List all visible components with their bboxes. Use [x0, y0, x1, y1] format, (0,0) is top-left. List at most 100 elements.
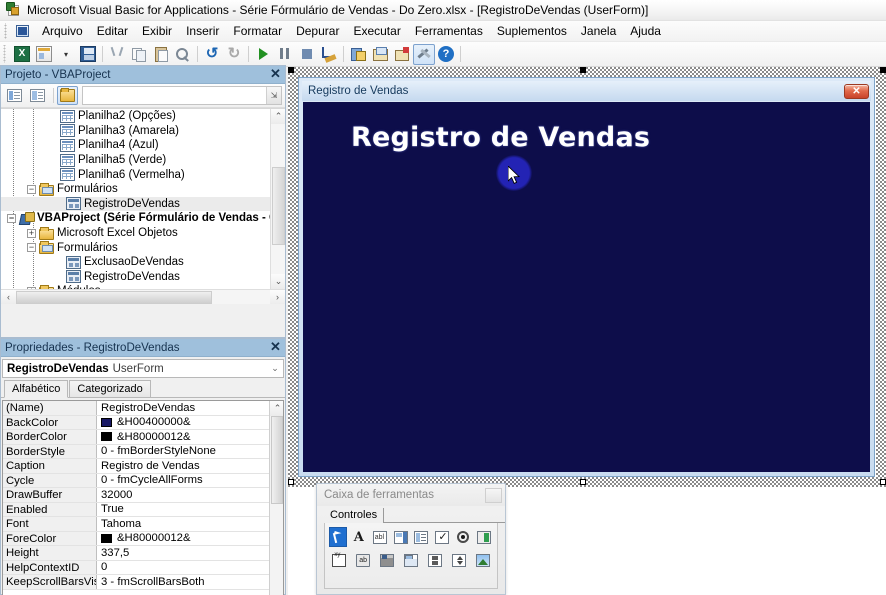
view-excel-button[interactable]: X	[11, 44, 33, 65]
project-tree-hscrollbar[interactable]: ‹ ›	[1, 289, 285, 304]
menu-drag-grip[interactable]	[3, 23, 12, 39]
listbox-tool[interactable]	[413, 527, 431, 547]
resize-handle-nw[interactable]	[288, 67, 294, 73]
scroll-left-arrow-icon[interactable]: ‹	[1, 289, 16, 304]
toolbox-button[interactable]	[413, 43, 435, 65]
textbox-tool[interactable]	[371, 527, 389, 547]
userform-canvas[interactable]: Registro de Vendas	[303, 102, 870, 472]
property-value[interactable]: Tahoma	[97, 517, 269, 531]
property-value[interactable]: &H80000012&	[97, 531, 269, 545]
menu-item-suplementos[interactable]: Suplementos	[490, 22, 574, 40]
scroll-up-arrow-icon[interactable]: ⌃	[270, 401, 283, 416]
scroll-right-arrow-icon[interactable]: ›	[270, 289, 285, 304]
userform-designer-window[interactable]: Registro de Vendas ✕ Registro de Vendas	[288, 67, 886, 487]
menu-item-formatar[interactable]: Formatar	[226, 22, 289, 40]
menu-item-ferramentas[interactable]: Ferramentas	[408, 22, 490, 40]
property-row[interactable]: DrawBuffer 32000	[3, 488, 269, 503]
design-mode-button[interactable]	[318, 44, 340, 65]
run-button[interactable]	[252, 44, 274, 65]
menu-item-depurar[interactable]: Depurar	[289, 22, 346, 40]
property-row[interactable]: BorderColor &H80000012&	[3, 430, 269, 445]
resize-handle-n[interactable]	[580, 67, 586, 73]
property-value[interactable]: &H80000012&	[97, 430, 269, 444]
project-tree-item[interactable]: − Formulários	[1, 182, 270, 197]
break-button[interactable]	[274, 44, 296, 65]
redo-button[interactable]: ↻	[223, 44, 245, 65]
label-tool[interactable]: A	[350, 527, 368, 547]
project-tree-vscrollbar[interactable]: ⌃ ⌄	[270, 109, 285, 304]
userform-heading-label[interactable]: Registro de Vendas	[351, 122, 650, 153]
tab-alfabetico[interactable]: Alfabético	[4, 380, 69, 398]
property-row[interactable]: BackColor &H00400000&	[3, 415, 269, 430]
collapse-node-icon[interactable]: −	[27, 184, 36, 194]
expand-node-icon[interactable]: +	[27, 228, 36, 238]
menu-item-ajuda[interactable]: Ajuda	[623, 22, 668, 40]
checkbox-tool[interactable]	[433, 527, 451, 547]
find-button[interactable]	[172, 44, 194, 65]
tabstrip-tool[interactable]	[377, 550, 398, 570]
property-value[interactable]: 32000	[97, 488, 269, 502]
view-object-button[interactable]	[27, 86, 48, 105]
project-explorer-button[interactable]	[347, 44, 369, 65]
menu-item-editar[interactable]: Editar	[90, 22, 135, 40]
project-tree-item[interactable]: Planilha3 (Amarela)	[1, 124, 270, 139]
project-tree-item[interactable]: Planilha2 (Opções)	[1, 109, 270, 124]
properties-grid[interactable]: (Name) RegistroDeVendas BackColor &H0040000…	[2, 400, 284, 595]
chevron-down-icon[interactable]: ⌄	[267, 363, 283, 374]
hscroll-thumb[interactable]	[16, 290, 212, 304]
property-row[interactable]: HelpContextID 0	[3, 560, 269, 575]
reset-button[interactable]	[296, 44, 318, 65]
project-tree-item[interactable]: Planilha6 (Vermelha)	[1, 167, 270, 182]
project-tree-item[interactable]: Planilha4 (Azul)	[1, 138, 270, 153]
scrollbar-tool[interactable]	[424, 550, 445, 570]
property-value[interactable]: 3 - fmScrollBarsBoth	[97, 575, 269, 589]
object-browser-button[interactable]	[391, 44, 413, 65]
project-tree-item[interactable]: ExclusaoDeVendas	[1, 255, 270, 270]
properties-panel-close-button[interactable]: ✕	[268, 340, 283, 355]
scroll-up-arrow-icon[interactable]: ⌃	[271, 109, 285, 124]
project-tree-item[interactable]: − Formulários	[1, 240, 270, 255]
resize-handle-s[interactable]	[580, 479, 586, 485]
spinbutton-tool[interactable]	[448, 550, 469, 570]
property-row[interactable]: ForeColor &H80000012&	[3, 531, 269, 546]
property-value[interactable]: 0 - fmCycleAllForms	[97, 473, 269, 487]
select-objects-tool[interactable]	[329, 527, 347, 547]
userform-close-button[interactable]: ✕	[844, 83, 869, 99]
vscroll-thumb[interactable]	[272, 167, 285, 245]
userform-registrodevendas[interactable]: Registro de Vendas ✕ Registro de Vendas	[298, 77, 875, 477]
menu-item-executar[interactable]: Executar	[346, 22, 407, 40]
view-code-button[interactable]	[4, 86, 25, 105]
menu-item-exibir[interactable]: Exibir	[135, 22, 179, 40]
property-row[interactable]: Enabled True	[3, 502, 269, 517]
undo-button[interactable]: ↺	[201, 44, 223, 65]
project-tree-item[interactable]: Planilha5 (Verde)	[1, 153, 270, 168]
toolbar-drag-grip[interactable]	[2, 45, 9, 63]
commandbutton-tool[interactable]	[353, 550, 374, 570]
object-selector-combo[interactable]: RegistroDeVendas UserForm ⌄	[2, 359, 284, 378]
properties-vscroll-thumb[interactable]	[271, 416, 283, 504]
help-button[interactable]: ?	[435, 44, 457, 65]
cut-button[interactable]	[106, 44, 128, 65]
toolbox-window[interactable]: Caixa de ferramentas Controles A	[316, 483, 506, 595]
property-row[interactable]: (Name) RegistroDeVendas	[3, 401, 269, 416]
menu-item-arquivo[interactable]: Arquivo	[35, 22, 90, 40]
project-tree-item[interactable]: RegistroDeVendas	[1, 196, 270, 212]
collapse-node-icon[interactable]: −	[7, 213, 16, 223]
project-tree[interactable]: Planilha2 (Opções) Planilha3 (Amarela) Pla…	[1, 108, 285, 304]
menu-item-janela[interactable]: Janela	[574, 22, 623, 40]
property-row[interactable]: KeepScrollBarsVisible 3 - fmScrollBarsBot…	[3, 575, 269, 590]
optionbutton-tool[interactable]	[454, 527, 472, 547]
project-tree-item[interactable]: − VBAProject (Série Fórmulário de Vendas …	[1, 211, 270, 226]
vba-menu-icon[interactable]	[14, 23, 31, 39]
project-tree-item[interactable]: + Microsoft Excel Objetos	[1, 226, 270, 241]
property-value[interactable]: &H00400000&	[97, 415, 269, 429]
project-tree-rows[interactable]: Planilha2 (Opções) Planilha3 (Amarela) Pla…	[1, 109, 270, 289]
collapse-node-icon[interactable]: −	[27, 243, 36, 253]
multipage-tool[interactable]	[401, 550, 422, 570]
property-row[interactable]: Height 337,5	[3, 546, 269, 561]
paste-button[interactable]	[150, 44, 172, 65]
property-row[interactable]: BorderStyle 0 - fmBorderStyleNone	[3, 444, 269, 459]
project-tree-item[interactable]: RegistroDeVendas	[1, 270, 270, 285]
insert-userform-button[interactable]	[33, 44, 55, 65]
tab-controles[interactable]: Controles	[324, 508, 385, 523]
